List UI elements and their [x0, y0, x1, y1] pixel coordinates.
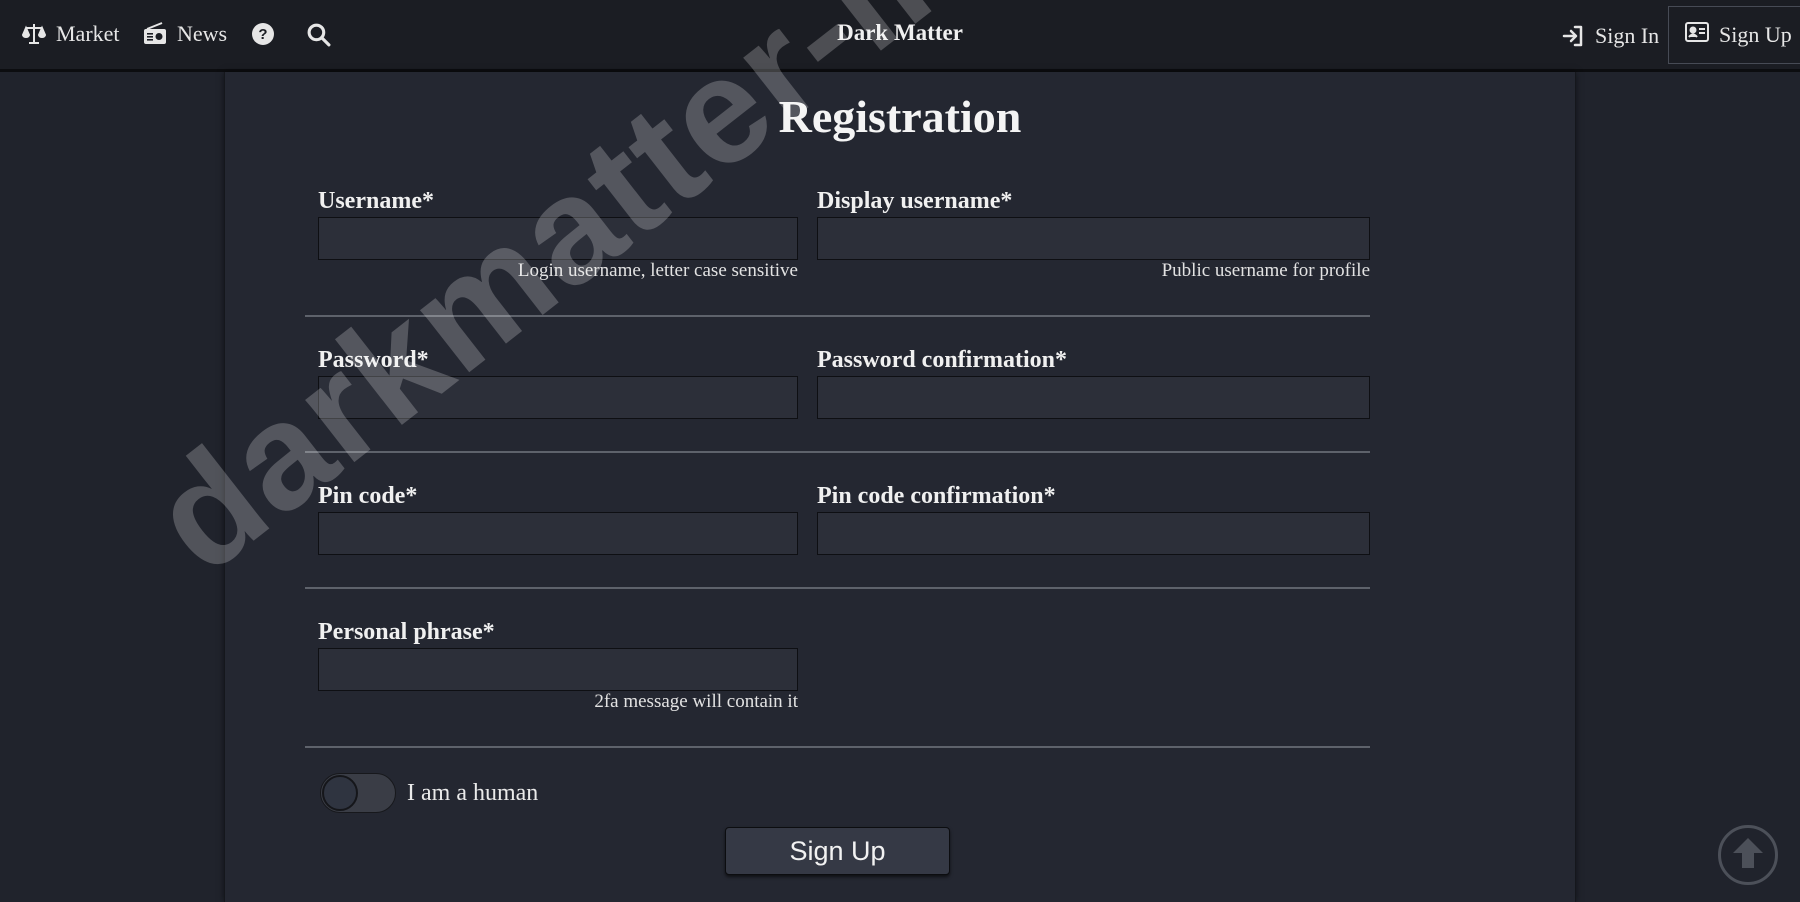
personal-phrase-hint: 2fa message will contain it — [594, 691, 798, 712]
nav-help-link[interactable]: ? — [251, 18, 275, 50]
toggle-knob — [322, 775, 358, 811]
pin-code-label: Pin code* — [318, 483, 418, 509]
arrow-up-circle-icon — [1730, 835, 1766, 876]
personal-phrase-label: Personal phrase* — [318, 619, 495, 645]
pin-code-confirmation-label: Pin code confirmation* — [817, 483, 1056, 509]
nav-market-link[interactable]: Market — [22, 18, 120, 50]
personal-phrase-input[interactable] — [318, 648, 798, 691]
sign-up-button[interactable]: Sign Up — [725, 827, 950, 875]
display-username-label: Display username* — [817, 188, 1013, 214]
top-navigation-bar: Market News ? Dark Matter Sign In Sign U… — [0, 0, 1800, 72]
section-divider — [305, 746, 1370, 748]
question-circle-icon: ? — [251, 22, 275, 46]
nav-news-label: News — [177, 21, 228, 46]
human-toggle[interactable] — [320, 773, 396, 813]
nav-search-link[interactable] — [306, 18, 331, 50]
human-toggle-label: I am a human — [407, 780, 539, 806]
scale-balance-icon — [22, 22, 46, 46]
section-divider — [305, 587, 1370, 589]
nav-market-label: Market — [56, 21, 120, 46]
search-icon — [306, 22, 331, 47]
id-card-icon — [1685, 21, 1709, 49]
username-input[interactable] — [318, 217, 798, 260]
sign-in-icon — [1561, 24, 1585, 48]
page-title: Registration — [778, 91, 1022, 142]
password-input[interactable] — [318, 376, 798, 419]
scroll-to-top-button[interactable] — [1718, 825, 1778, 885]
pin-code-input[interactable] — [318, 512, 798, 555]
password-confirmation-input[interactable] — [817, 376, 1370, 419]
display-username-hint: Public username for profile — [1161, 260, 1370, 281]
radio-icon — [143, 22, 167, 46]
password-confirmation-label: Password confirmation* — [817, 347, 1067, 373]
password-label: Password* — [318, 347, 429, 373]
nav-signup-link[interactable]: Sign Up — [1668, 6, 1800, 64]
section-divider — [305, 451, 1370, 453]
svg-text:?: ? — [258, 26, 267, 43]
section-divider — [305, 315, 1370, 317]
nav-news-link[interactable]: News — [143, 18, 227, 50]
pin-code-confirmation-input[interactable] — [817, 512, 1370, 555]
nav-signin-link[interactable]: Sign In — [1561, 20, 1659, 52]
username-hint: Login username, letter case sensitive — [517, 260, 798, 281]
nav-signup-label: Sign Up — [1719, 22, 1792, 47]
nav-signin-label: Sign In — [1595, 23, 1660, 48]
display-username-input[interactable] — [817, 217, 1370, 260]
username-label: Username* — [318, 188, 434, 214]
